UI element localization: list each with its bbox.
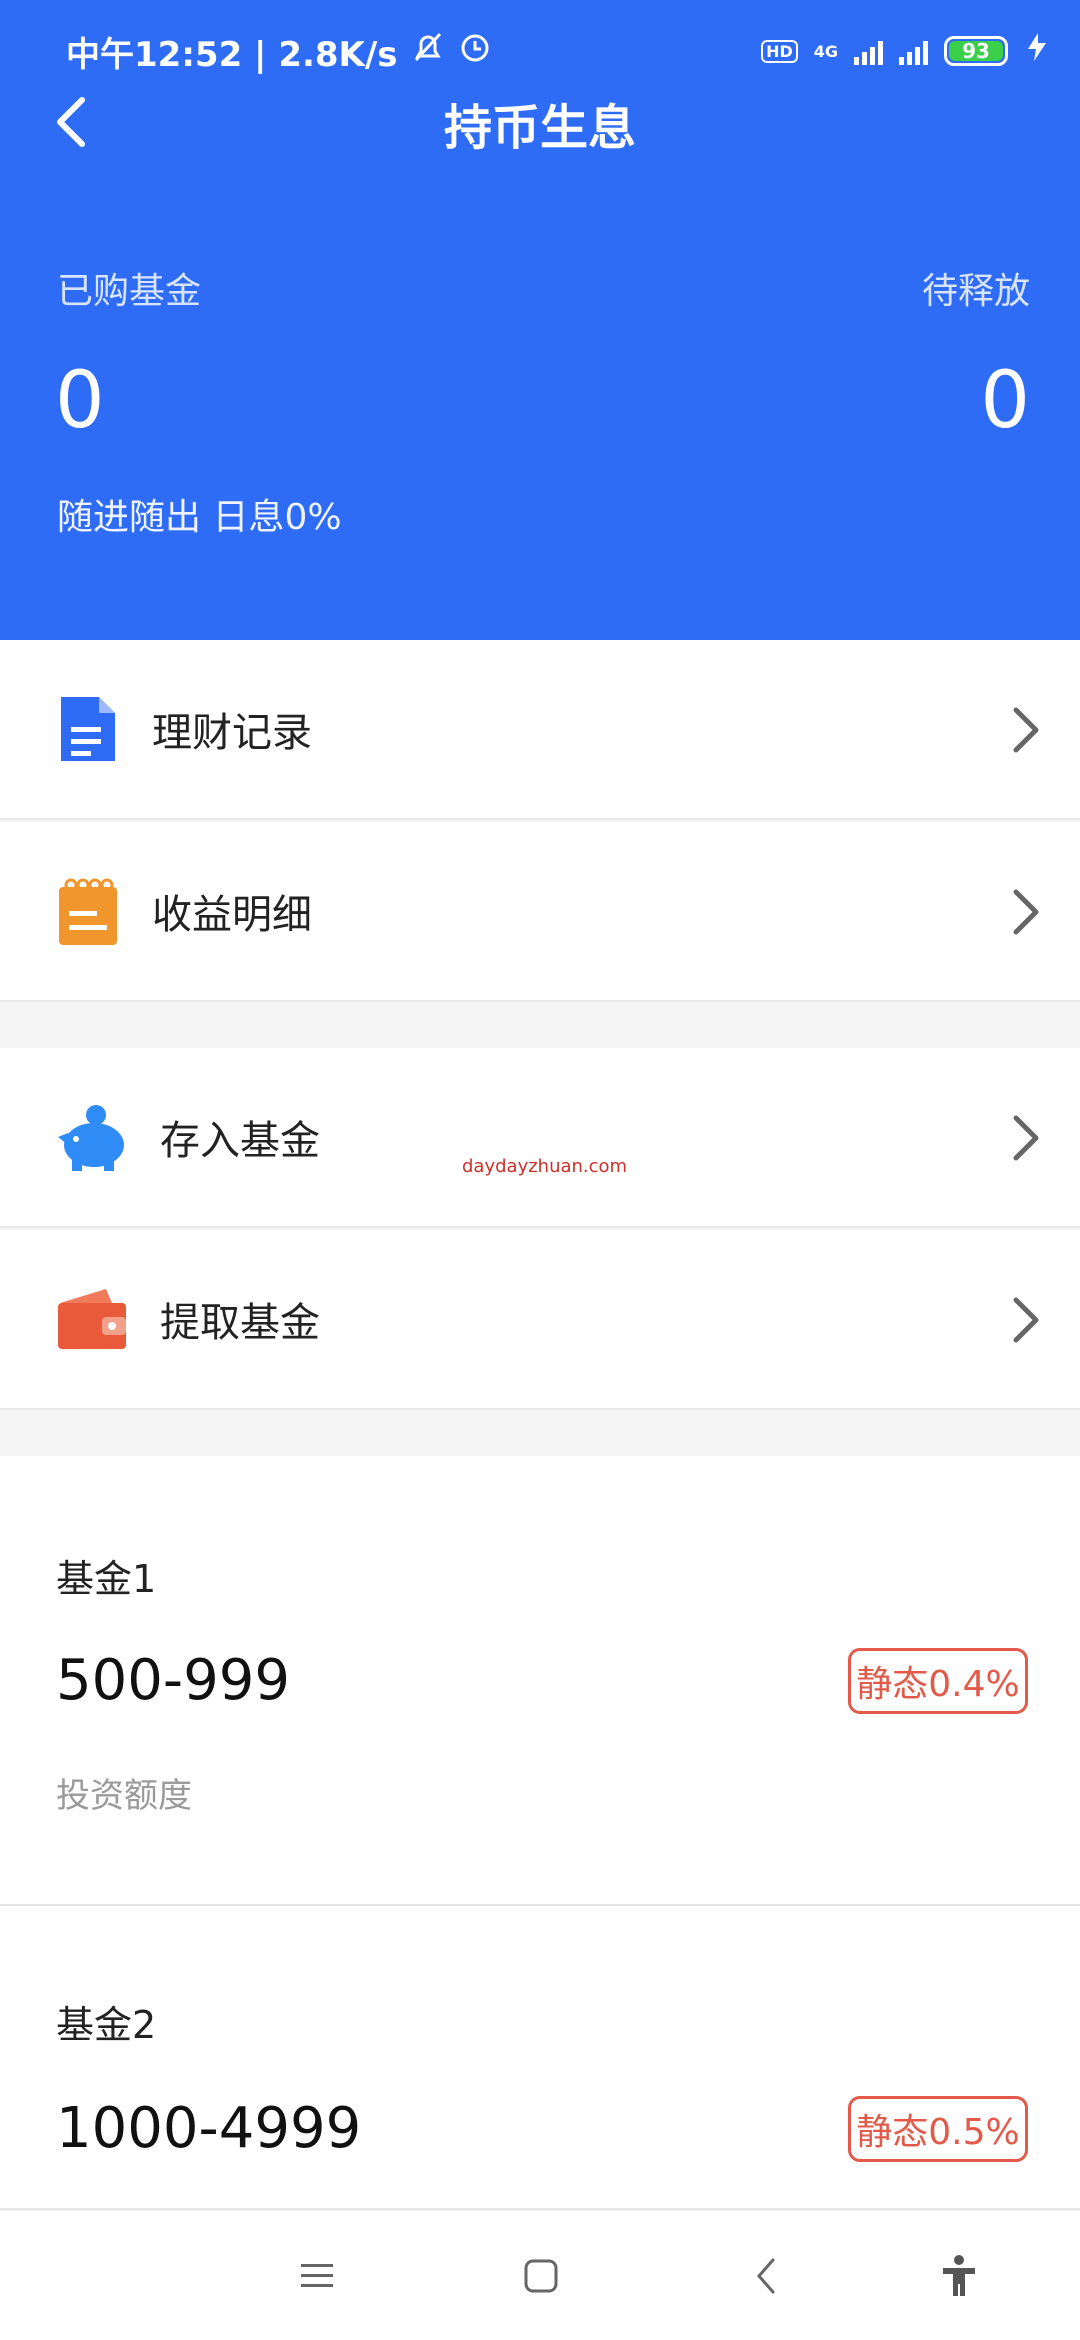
menu-label: 理财记录 [152, 710, 312, 756]
purchased-value: 0 [55, 356, 105, 446]
header: 中午12:52 | 2.8K/s HD 4G 93 持币生息 已购基金 待释放 … [0, 0, 1080, 640]
document-icon [56, 693, 120, 765]
notepad-icon [56, 875, 120, 947]
chevron-right-icon [1013, 889, 1039, 935]
menu-item-deposit[interactable]: 存入基金 [0, 1048, 1080, 1228]
charging-icon [1024, 31, 1050, 72]
menu-label: 提取基金 [160, 1300, 320, 1346]
menu-label: 收益明细 [152, 892, 312, 938]
status-bar: 中午12:52 | 2.8K/s HD 4G 93 [66, 26, 1050, 76]
fund-amount-label: 投资额度 [56, 1776, 192, 1816]
wallet-icon [56, 1283, 128, 1355]
fund-name: 基金2 [56, 2003, 157, 2047]
menu-icon[interactable] [292, 2251, 342, 2301]
pending-value: 0 [980, 356, 1030, 446]
menu-label: 存入基金 [160, 1118, 320, 1164]
accessibility-icon[interactable] [934, 2251, 984, 2301]
fund-range: 1000-4999 [56, 2096, 362, 2161]
chevron-right-icon [1013, 1115, 1039, 1161]
chevron-right-icon [1013, 707, 1039, 753]
fund-rate-badge: 静态0.4% [848, 1648, 1028, 1714]
chevron-right-icon [1013, 1297, 1039, 1343]
home-icon[interactable] [516, 2251, 566, 2301]
network-label: 4G [813, 41, 838, 61]
menu-item-earnings[interactable]: 收益明细 [0, 822, 1080, 1002]
page-title: 持币生息 [443, 100, 636, 156]
hd-badge: HD [761, 39, 798, 63]
menu-item-records[interactable]: 理财记录 [0, 640, 1080, 820]
battery-level: 93 [949, 39, 1003, 63]
fund-card[interactable]: 基金2 1000-4999 静态0.5% [0, 1906, 1080, 2210]
fund-card[interactable]: 基金1 500-999 静态0.4% 投资额度 [0, 1456, 1080, 1906]
battery-icon: 93 [944, 36, 1008, 66]
alarm-icon [458, 30, 492, 73]
pending-label: 待释放 [921, 271, 1030, 312]
purchased-label: 已购基金 [57, 271, 202, 312]
fund-range: 500-999 [56, 1648, 290, 1713]
bell-off-icon [412, 30, 444, 73]
system-nav-bar [0, 2210, 1080, 2340]
signal-icon [854, 37, 883, 65]
rate-text: 随进随出 日息0% [57, 497, 342, 538]
watermark: daydayzhuan.com [462, 1156, 628, 1177]
fund-rate-badge: 静态0.5% [848, 2096, 1028, 2162]
signal-icon-2 [899, 37, 928, 65]
piggy-bank-icon [56, 1101, 128, 1173]
fund-name: 基金1 [56, 1557, 157, 1601]
back-icon[interactable] [742, 2251, 792, 2301]
status-time: 中午12:52 | 2.8K/s [66, 34, 398, 75]
menu-item-withdraw[interactable]: 提取基金 [0, 1230, 1080, 1410]
